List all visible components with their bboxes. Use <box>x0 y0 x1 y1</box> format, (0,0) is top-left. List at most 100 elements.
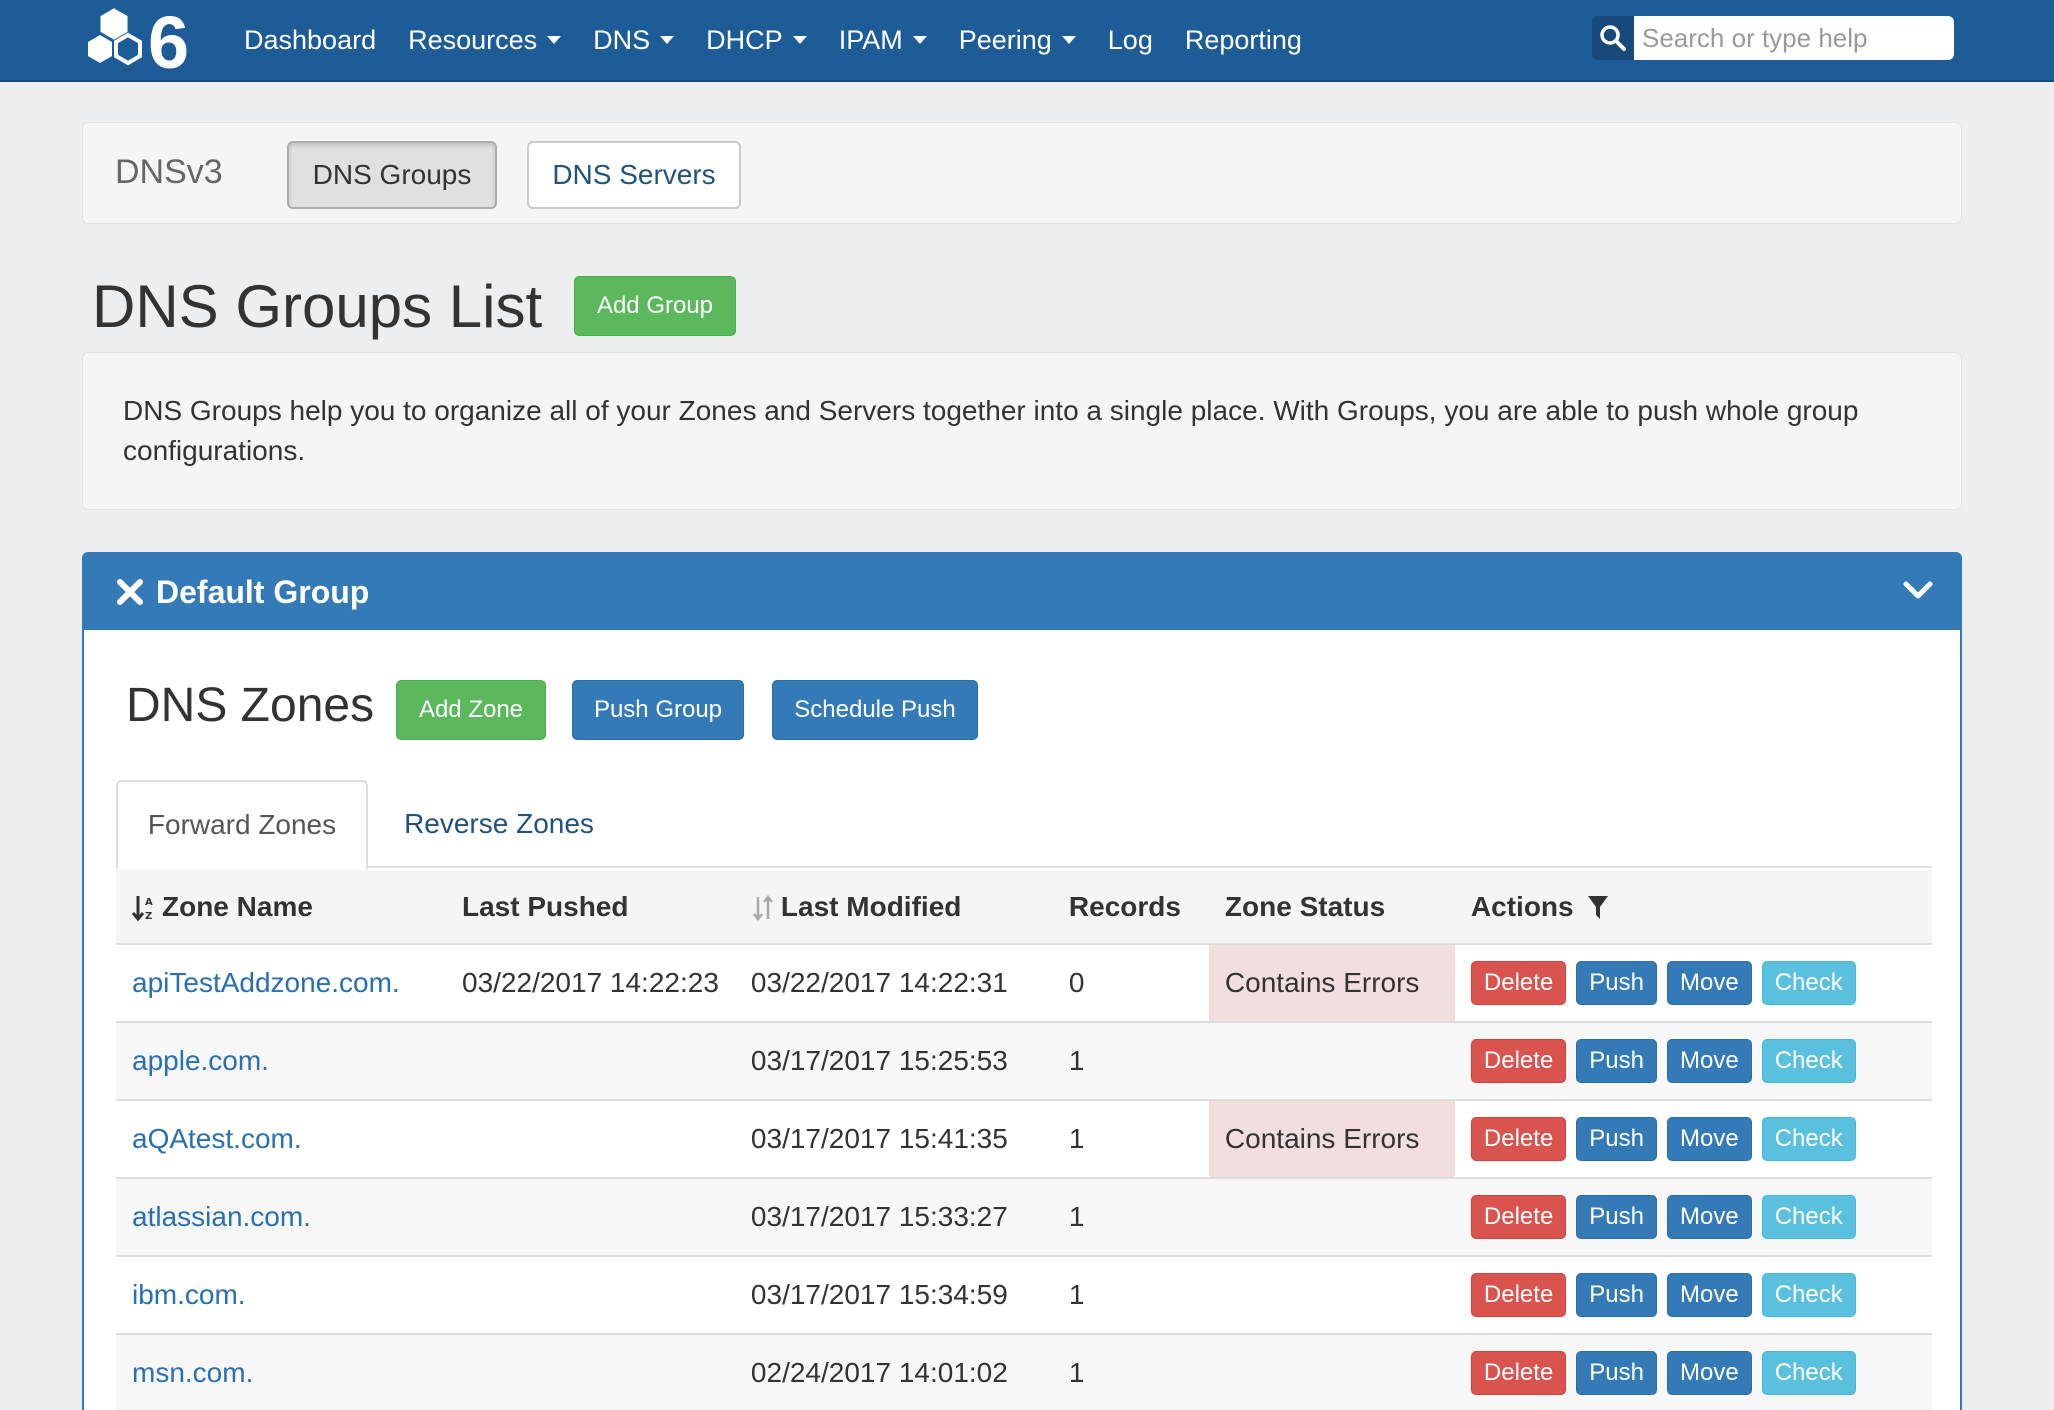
zone-tabs: Forward Zones Reverse Zones <box>116 780 1932 870</box>
check-button[interactable]: Check <box>1761 1039 1856 1083</box>
nav-item-resources[interactable]: Resources <box>408 24 562 56</box>
dns-servers-button[interactable]: DNS Servers <box>527 141 741 209</box>
zone-name-cell: aQAtest.com. <box>116 1100 446 1179</box>
move-button[interactable]: Move <box>1667 961 1752 1005</box>
records-cell: 0 <box>1052 944 1209 1023</box>
search-button[interactable] <box>1592 16 1634 60</box>
dnsv3-subnav: DNSv3 DNS Groups DNS Servers <box>82 122 1962 224</box>
svg-text:Z: Z <box>145 911 152 922</box>
records-cell: 1 <box>1052 1178 1209 1257</box>
nav-item-reporting[interactable]: Reporting <box>1185 25 1302 56</box>
caret-down-icon <box>792 36 807 44</box>
zone-status-cell: Contains Errors <box>1208 944 1455 1023</box>
nav-item-label: Log <box>1107 24 1153 55</box>
zone-link[interactable]: atlassian.com. <box>132 1201 311 1232</box>
delete-button[interactable]: Delete <box>1470 961 1567 1005</box>
zone-link[interactable]: aQAtest.com. <box>132 1123 302 1154</box>
chevron-down-icon[interactable] <box>1902 576 1934 604</box>
push-button[interactable]: Push <box>1576 1195 1657 1239</box>
push-button[interactable]: Push <box>1576 1273 1657 1317</box>
actions-cell: Delete Push Move Check <box>1454 944 1932 1023</box>
actions-cell: Delete Push Move Check <box>1454 1178 1932 1257</box>
col-actions[interactable]: Actions <box>1454 870 1932 945</box>
tab-reverse-zones[interactable]: Reverse Zones <box>368 780 630 868</box>
last-pushed-cell <box>446 1334 735 1410</box>
logo[interactable]: 6 <box>78 4 210 76</box>
check-button[interactable]: Check <box>1761 961 1856 1005</box>
push-button[interactable]: Push <box>1576 961 1657 1005</box>
zone-link[interactable]: apiTestAddzone.com. <box>132 967 400 998</box>
last-pushed-cell <box>446 1256 735 1335</box>
page-title: DNS Groups List <box>92 273 543 340</box>
zone-status-cell <box>1208 1178 1455 1257</box>
push-button[interactable]: Push <box>1576 1039 1657 1083</box>
actions-cell: Delete Push Move Check <box>1454 1022 1932 1101</box>
push-button[interactable]: Push <box>1576 1117 1657 1161</box>
records-cell: 1 <box>1052 1256 1209 1335</box>
zone-status-cell <box>1208 1022 1455 1101</box>
check-button[interactable]: Check <box>1761 1351 1856 1395</box>
last-modified-cell: 03/17/2017 15:34:59 <box>734 1256 1053 1335</box>
caret-down-icon <box>1061 36 1076 44</box>
table-row: apiTestAddzone.com. 03/22/2017 14:22:23 03… <box>116 944 1932 1023</box>
move-button[interactable]: Move <box>1667 1351 1752 1395</box>
delete-button[interactable]: Delete <box>1470 1195 1567 1239</box>
push-button[interactable]: Push <box>1576 1351 1657 1395</box>
check-button[interactable]: Check <box>1761 1273 1856 1317</box>
col-last-modified[interactable]: Last Modified <box>734 870 1053 945</box>
delete-button[interactable]: Delete <box>1470 1273 1567 1317</box>
actions-cell: Delete Push Move Check <box>1454 1100 1932 1179</box>
add-zone-button[interactable]: Add Zone <box>396 680 546 740</box>
move-button[interactable]: Move <box>1667 1195 1752 1239</box>
col-zone-name[interactable]: A Z Zone Name <box>116 870 446 945</box>
delete-button[interactable]: Delete <box>1470 1039 1567 1083</box>
delete-button[interactable]: Delete <box>1470 1351 1567 1395</box>
move-button[interactable]: Move <box>1667 1039 1752 1083</box>
col-zone-status[interactable]: Zone Status <box>1208 870 1455 945</box>
move-button[interactable]: Move <box>1667 1273 1752 1317</box>
description-text: DNS Groups help you to organize all of y… <box>123 395 1859 466</box>
push-group-button[interactable]: Push Group <box>572 680 744 740</box>
nav-item-dhcp[interactable]: DHCP <box>706 25 807 56</box>
sort-alpha-icon: A Z <box>132 896 153 922</box>
table-row: atlassian.com. 03/17/2017 15:33:27 1 Delete… <box>116 1178 1932 1257</box>
group-panel-heading[interactable]: Default Group <box>84 554 1960 630</box>
delete-button[interactable]: Delete <box>1470 1117 1567 1161</box>
sort-icon <box>752 895 773 922</box>
nav-item-ipam[interactable]: IPAM <box>839 25 927 56</box>
zone-link[interactable]: apple.com. <box>132 1045 269 1076</box>
add-group-button[interactable]: Add Group <box>574 276 736 336</box>
nav-item-peering[interactable]: Peering <box>959 25 1076 56</box>
last-modified-cell: 02/24/2017 14:01:02 <box>734 1334 1053 1410</box>
group-name: Default Group <box>156 573 370 610</box>
table-row: ibm.com. 03/17/2017 15:34:59 1 Delete Push Mo… <box>116 1256 1932 1335</box>
filter-icon[interactable] <box>1587 895 1609 921</box>
tab-forward-zones[interactable]: Forward Zones <box>116 780 368 870</box>
zone-name-cell: atlassian.com. <box>116 1178 446 1257</box>
nav-item-label: Resources <box>408 24 538 55</box>
col-last-pushed[interactable]: Last Pushed <box>446 870 735 945</box>
last-pushed-cell <box>446 1022 735 1101</box>
dns-groups-button[interactable]: DNS Groups <box>287 141 497 209</box>
col-records[interactable]: Records <box>1052 870 1209 945</box>
search-input[interactable] <box>1634 16 1954 60</box>
check-button[interactable]: Check <box>1761 1195 1856 1239</box>
zone-name-cell: ibm.com. <box>116 1256 446 1335</box>
zone-link[interactable]: ibm.com. <box>132 1279 246 1310</box>
nav-item-dns[interactable]: DNS <box>593 25 675 56</box>
top-navbar: 6 Dashboard Resources DNS DHCP IPAM Peering Lo… <box>0 0 2054 82</box>
zone-link[interactable]: msn.com. <box>132 1357 253 1388</box>
search-box <box>1592 16 1954 60</box>
zone-status-cell <box>1208 1334 1455 1410</box>
move-button[interactable]: Move <box>1667 1117 1752 1161</box>
schedule-push-button[interactable]: Schedule Push <box>772 680 978 740</box>
svg-text:A: A <box>145 897 153 908</box>
nav-item-dashboard[interactable]: Dashboard <box>244 25 376 56</box>
last-pushed-cell: 03/22/2017 14:22:23 <box>446 944 735 1023</box>
nav-item-log[interactable]: Log <box>1108 25 1153 56</box>
records-cell: 1 <box>1052 1022 1209 1101</box>
table-row: aQAtest.com. 03/17/2017 15:41:35 1 Contains… <box>116 1100 1932 1179</box>
last-pushed-cell <box>446 1178 735 1257</box>
check-button[interactable]: Check <box>1761 1117 1856 1161</box>
close-icon[interactable] <box>116 578 144 606</box>
